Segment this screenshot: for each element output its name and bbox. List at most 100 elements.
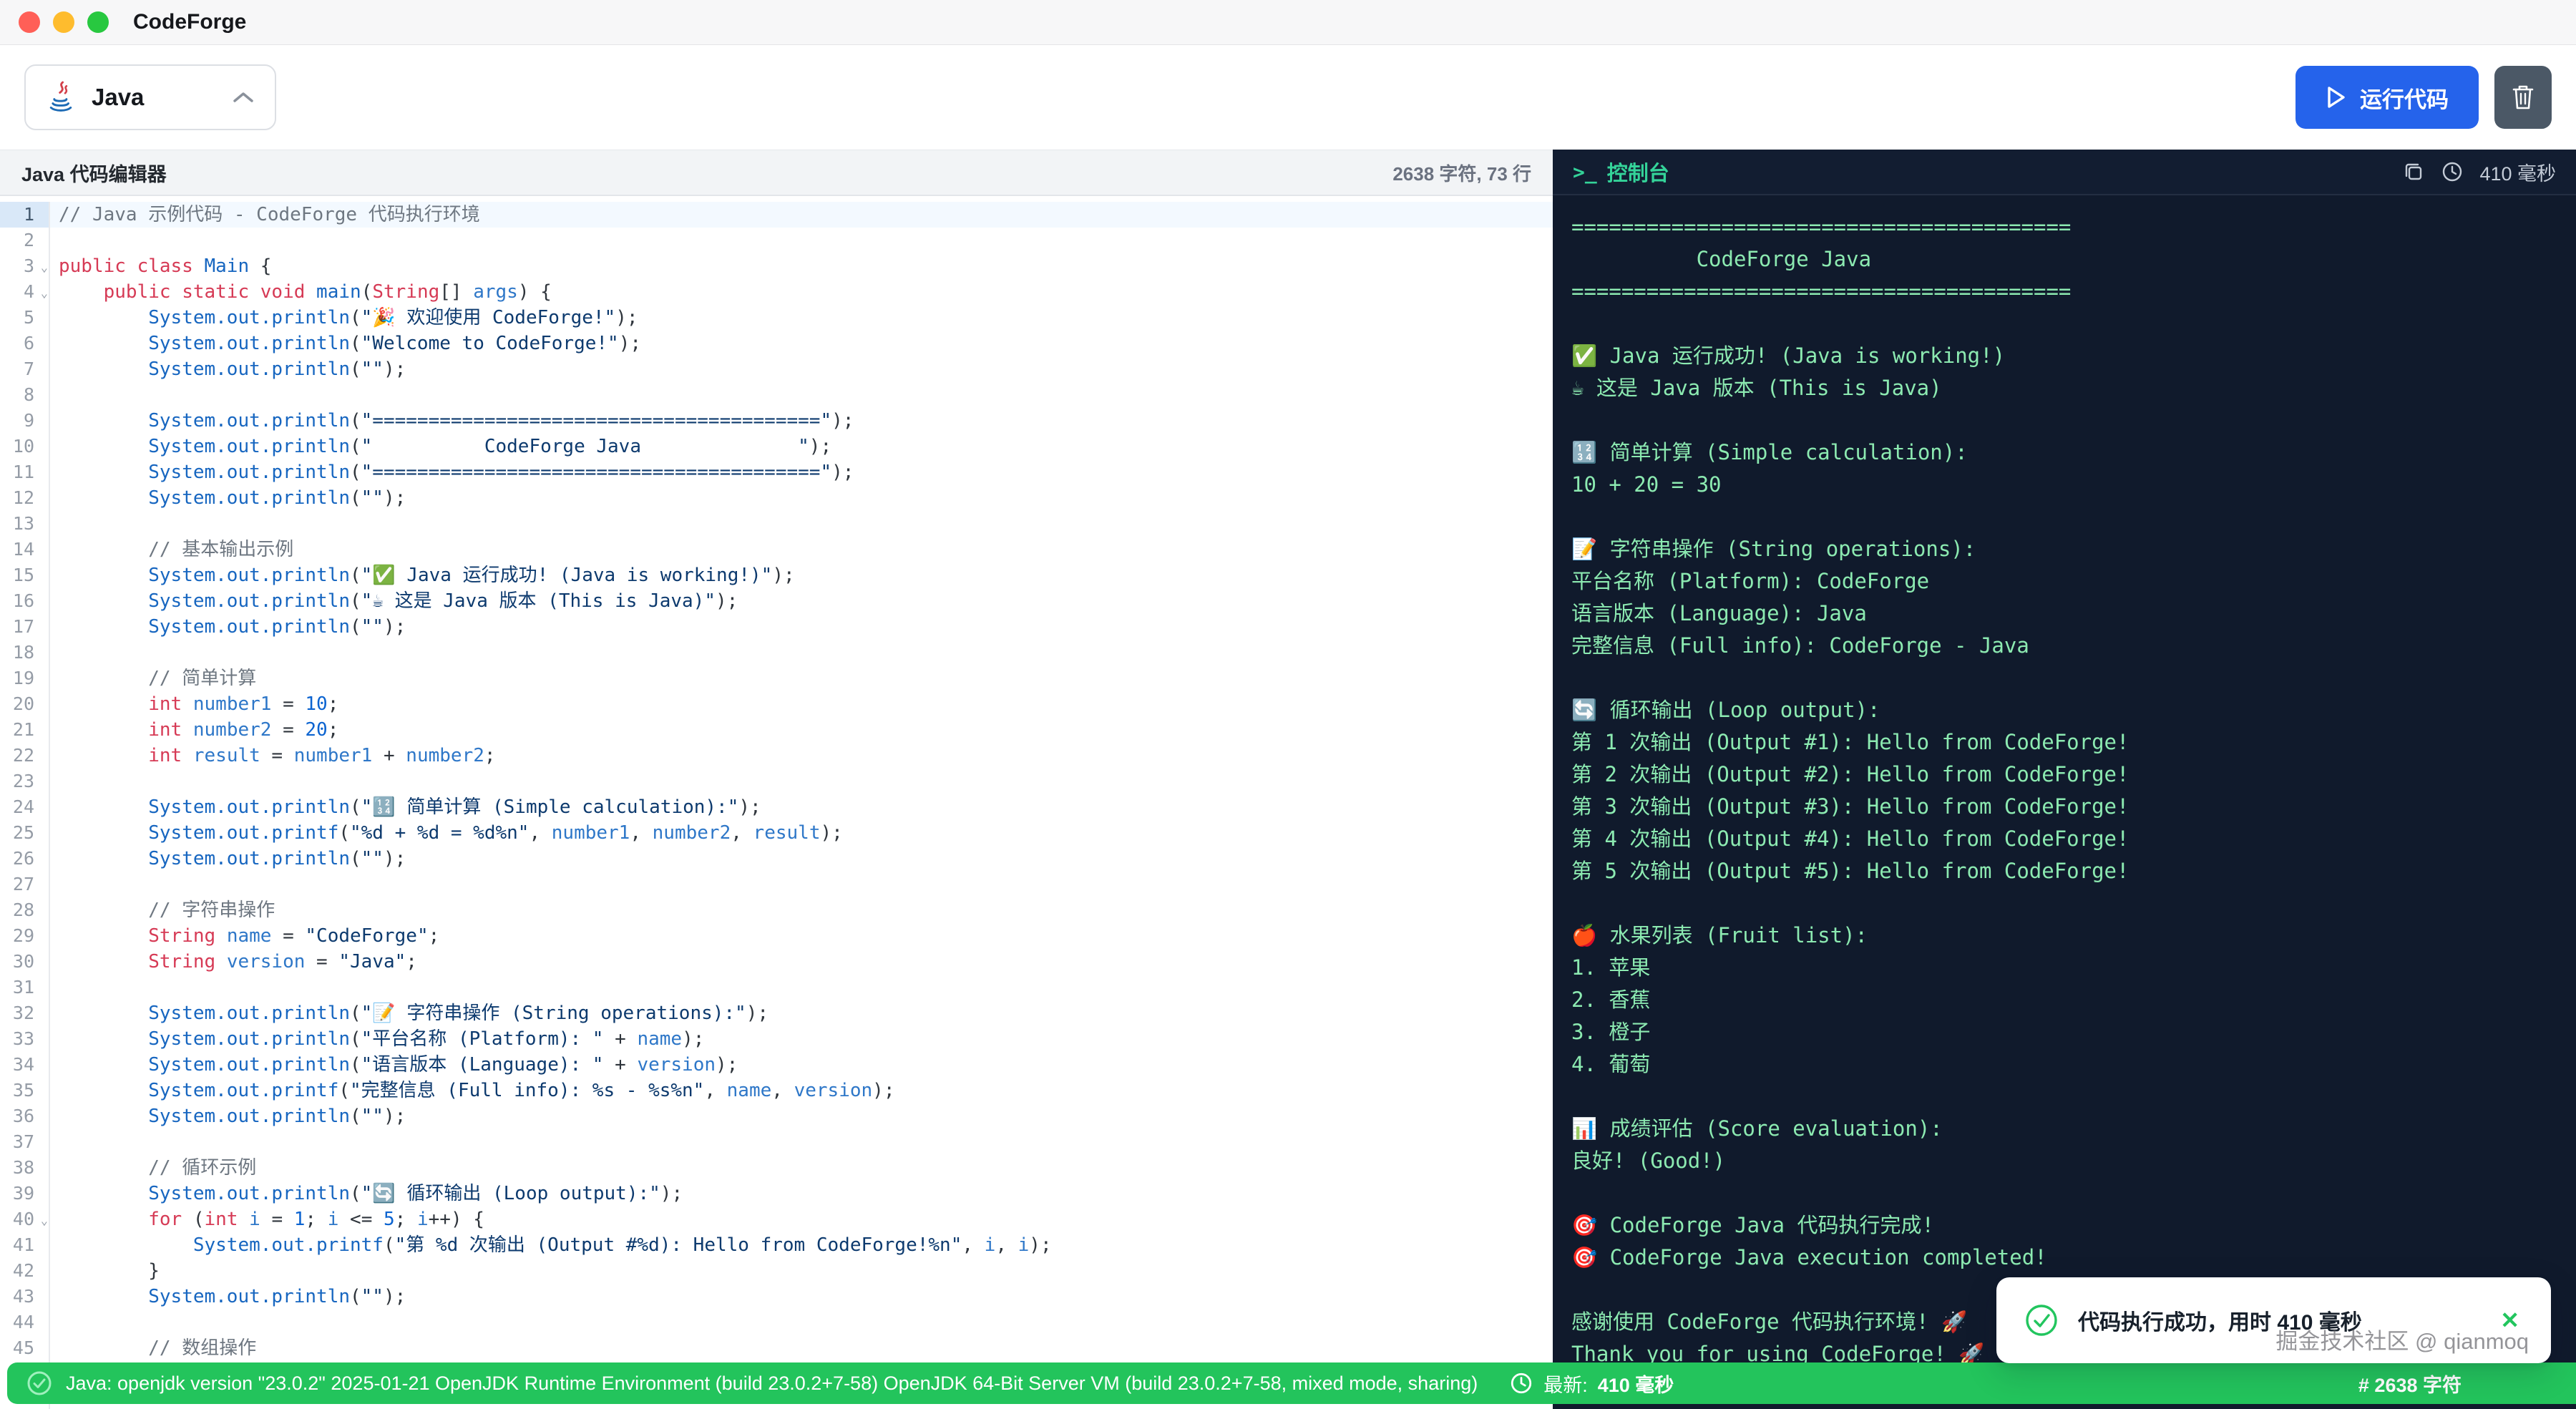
close-window-button[interactable] <box>19 11 40 33</box>
minimize-window-button[interactable] <box>53 11 74 33</box>
code-line[interactable]: String version = "Java"; <box>50 949 1553 975</box>
gutter-line-number[interactable]: 4 ⌄ <box>0 279 49 305</box>
fold-chevron-icon[interactable]: ⌄ <box>41 281 48 306</box>
code-line[interactable]: public class Main { <box>50 253 1553 279</box>
code-line[interactable]: System.out.println(""); <box>50 614 1553 640</box>
code-line[interactable]: String name = "CodeForge"; <box>50 923 1553 949</box>
gutter-line-number[interactable]: 18 <box>0 640 49 666</box>
code-line[interactable]: System.out.printf("完整信息 (Full info): %s … <box>50 1078 1553 1103</box>
code-line[interactable]: int number2 = 20; <box>50 717 1553 743</box>
gutter-line-number[interactable]: 2 <box>0 228 49 253</box>
gutter-line-number[interactable]: 16 <box>0 588 49 614</box>
gutter-line-number[interactable]: 17 <box>0 614 49 640</box>
gutter-line-number[interactable]: 33 <box>0 1026 49 1052</box>
code-line[interactable] <box>50 382 1553 408</box>
code-line[interactable]: System.out.println("🔢 简单计算 (Simple calcu… <box>50 794 1553 820</box>
code-line[interactable]: // 字符串操作 <box>50 897 1553 923</box>
gutter-line-number[interactable]: 38 <box>0 1155 49 1181</box>
gutter-line-number[interactable]: 23 <box>0 769 49 794</box>
code-line[interactable]: System.out.println("====================… <box>50 459 1553 485</box>
code-line[interactable]: System.out.println("平台名称 (Platform): " +… <box>50 1026 1553 1052</box>
code-line[interactable]: // 简单计算 <box>50 666 1553 691</box>
gutter-line-number[interactable]: 36 <box>0 1103 49 1129</box>
gutter-line-number[interactable]: 45 <box>0 1335 49 1361</box>
code-line[interactable]: System.out.println("🎉 欢迎使用 CodeForge!"); <box>50 305 1553 331</box>
code-line[interactable]: System.out.println("语言版本 (Language): " +… <box>50 1052 1553 1078</box>
gutter-line-number[interactable]: 31 <box>0 975 49 1000</box>
run-code-button[interactable]: 运行代码 <box>2296 66 2479 129</box>
code-line[interactable]: System.out.println("☕ 这是 Java 版本 (This i… <box>50 588 1553 614</box>
code-line[interactable]: System.out.println("📝 字符串操作 (String oper… <box>50 1000 1553 1026</box>
code-line[interactable]: for (int i = 1; i <= 5; i++) { <box>50 1206 1553 1232</box>
gutter-line-number[interactable]: 11 <box>0 459 49 485</box>
gutter-line-number[interactable]: 37 <box>0 1129 49 1155</box>
code-line[interactable]: System.out.printf("第 %d 次输出 (Output #%d)… <box>50 1232 1553 1258</box>
code-line[interactable] <box>50 769 1553 794</box>
code-line[interactable]: public static void main(String[] args) { <box>50 279 1553 305</box>
code-line[interactable] <box>50 872 1553 897</box>
language-selector[interactable]: Java <box>24 64 276 130</box>
gutter-line-number[interactable]: 8 <box>0 382 49 408</box>
code-line[interactable]: int number1 = 10; <box>50 691 1553 717</box>
clear-code-button[interactable] <box>2494 66 2552 129</box>
editor-code-lines[interactable]: // Java 示例代码 - CodeForge 代码执行环境 public cl… <box>50 202 1553 1409</box>
gutter-line-number[interactable]: 15 <box>0 562 49 588</box>
gutter-line-number[interactable]: 35 <box>0 1078 49 1103</box>
code-line[interactable]: } <box>50 1258 1553 1284</box>
gutter-line-number[interactable]: 44 <box>0 1310 49 1335</box>
toast-close-button[interactable]: ✕ <box>2496 1308 2524 1332</box>
gutter-line-number[interactable]: 39 <box>0 1181 49 1206</box>
code-line[interactable]: System.out.println(""); <box>50 1103 1553 1129</box>
code-line[interactable]: System.out.println(" CodeForge Java "); <box>50 434 1553 459</box>
code-line[interactable] <box>50 1129 1553 1155</box>
code-line[interactable] <box>50 1310 1553 1335</box>
gutter-line-number[interactable]: 22 <box>0 743 49 769</box>
gutter-line-number[interactable]: 41 <box>0 1232 49 1258</box>
code-line[interactable]: // 数组操作 <box>50 1335 1553 1361</box>
gutter-line-number[interactable]: 10 <box>0 434 49 459</box>
gutter-line-number[interactable]: 29 <box>0 923 49 949</box>
code-line[interactable]: // Java 示例代码 - CodeForge 代码执行环境 <box>50 202 1553 228</box>
console-output[interactable]: ========================================… <box>1553 195 2576 1409</box>
maximize-window-button[interactable] <box>87 11 109 33</box>
gutter-line-number[interactable]: 6 <box>0 331 49 356</box>
code-line[interactable]: int result = number1 + number2; <box>50 743 1553 769</box>
gutter-line-number[interactable]: 19 <box>0 666 49 691</box>
code-editor[interactable]: 1 2 3 ⌄ 4 ⌄ 5 6 7 8 9 10 11 12 13 14 15 16 17 18 19 20 21 22 23 2… <box>0 196 1553 1409</box>
gutter-line-number[interactable]: 34 <box>0 1052 49 1078</box>
code-line[interactable] <box>50 511 1553 537</box>
gutter-line-number[interactable]: 32 <box>0 1000 49 1026</box>
code-line[interactable]: // 基本输出示例 <box>50 537 1553 562</box>
copy-output-icon[interactable] <box>2402 160 2425 183</box>
gutter-line-number[interactable]: 27 <box>0 872 49 897</box>
fold-chevron-icon[interactable]: ⌄ <box>41 1208 48 1234</box>
code-line[interactable]: System.out.println("🔄 循环输出 (Loop output)… <box>50 1181 1553 1206</box>
gutter-line-number[interactable]: 13 <box>0 511 49 537</box>
gutter-line-number[interactable]: 40 ⌄ <box>0 1206 49 1232</box>
gutter-line-number[interactable]: 9 <box>0 408 49 434</box>
gutter-line-number[interactable]: 14 <box>0 537 49 562</box>
gutter-line-number[interactable]: 26 <box>0 846 49 872</box>
gutter-line-number[interactable]: 30 <box>0 949 49 975</box>
gutter-line-number[interactable]: 3 ⌄ <box>0 253 49 279</box>
code-line[interactable]: System.out.printf("%d + %d = %d%n", numb… <box>50 820 1553 846</box>
gutter-line-number[interactable]: 24 <box>0 794 49 820</box>
gutter-line-number[interactable]: 7 <box>0 356 49 382</box>
code-line[interactable]: System.out.println(""); <box>50 485 1553 511</box>
gutter-line-number[interactable]: 21 <box>0 717 49 743</box>
code-line[interactable]: System.out.println(""); <box>50 1284 1553 1310</box>
code-line[interactable]: System.out.println("====================… <box>50 408 1553 434</box>
gutter-line-number[interactable]: 42 <box>0 1258 49 1284</box>
gutter-line-number[interactable]: 5 <box>0 305 49 331</box>
gutter-line-number[interactable]: 43 <box>0 1284 49 1310</box>
code-line[interactable]: System.out.println(""); <box>50 846 1553 872</box>
gutter-line-number[interactable]: 25 <box>0 820 49 846</box>
code-line[interactable] <box>50 975 1553 1000</box>
code-line[interactable]: System.out.println("✅ Java 运行成功! (Java i… <box>50 562 1553 588</box>
code-line[interactable] <box>50 640 1553 666</box>
code-line[interactable]: System.out.println("Welcome to CodeForge… <box>50 331 1553 356</box>
fold-chevron-icon[interactable]: ⌄ <box>41 255 48 281</box>
code-line[interactable] <box>50 228 1553 253</box>
gutter-line-number[interactable]: 28 <box>0 897 49 923</box>
code-line[interactable]: // 循环示例 <box>50 1155 1553 1181</box>
